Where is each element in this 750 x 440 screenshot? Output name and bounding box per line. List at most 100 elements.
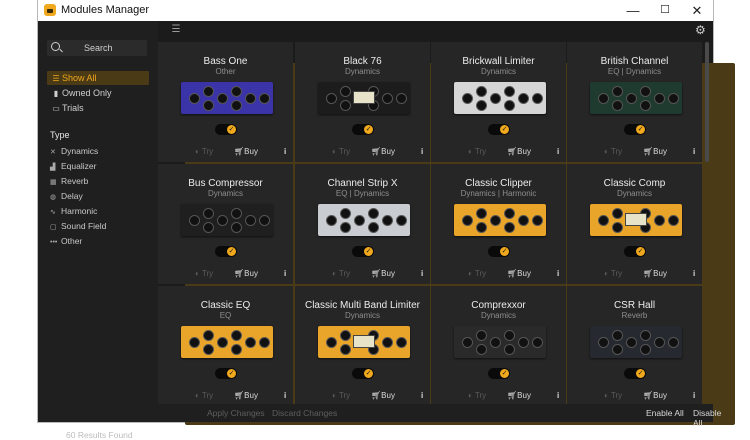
search-input[interactable]: Search bbox=[47, 40, 147, 56]
type-delay[interactable]: ◍ Delay bbox=[50, 190, 83, 202]
try-button[interactable]: ◐ Try bbox=[604, 269, 622, 278]
discard-changes-button[interactable]: Discard Changes bbox=[272, 408, 337, 418]
buy-button[interactable]: 🛒︎Buy bbox=[371, 391, 395, 400]
try-button[interactable]: ◐ Try bbox=[195, 269, 213, 278]
type-other[interactable]: ••• Other bbox=[50, 235, 82, 247]
try-button[interactable]: ◐ Try bbox=[195, 147, 213, 156]
module-enable-toggle[interactable]: ✓ bbox=[352, 246, 374, 257]
maximize-button[interactable]: ☐ bbox=[650, 0, 680, 21]
try-button[interactable]: ◐ Try bbox=[468, 269, 486, 278]
buy-button[interactable]: 🛒︎Buy bbox=[234, 391, 258, 400]
knob-graphic bbox=[462, 93, 473, 104]
module-card[interactable]: Classic Comp Dynamics ✓ ◐ Try 🛒︎Buy i bbox=[567, 164, 702, 284]
try-button[interactable]: ◐ Try bbox=[468, 391, 486, 400]
harmonic-icon: ∿ bbox=[50, 209, 56, 216]
scrollbar[interactable] bbox=[705, 42, 709, 162]
module-name: Comprexxor bbox=[471, 300, 526, 311]
info-button[interactable]: i bbox=[421, 269, 423, 278]
view-toolbar: ☰ ▦ ⚙ bbox=[158, 21, 735, 425]
module-card[interactable]: Black 76 Dynamics ✓ ◐ Try 🛒︎Buy i bbox=[295, 42, 430, 162]
module-enable-toggle[interactable]: ✓ bbox=[624, 246, 646, 257]
module-card[interactable]: Channel Strip X EQ | Dynamics ✓ ◐ Try 🛒︎Buy i bbox=[295, 164, 430, 284]
info-button[interactable]: i bbox=[693, 391, 695, 400]
module-category: Other bbox=[215, 67, 236, 76]
knob-graphic bbox=[654, 337, 665, 348]
buy-button[interactable]: 🛒︎Buy bbox=[371, 269, 395, 278]
info-button[interactable]: i bbox=[284, 391, 286, 400]
type-equalizer[interactable]: ▟ Equalizer bbox=[50, 160, 96, 172]
info-button[interactable]: i bbox=[284, 269, 286, 278]
type-harmonic[interactable]: ∿ Harmonic bbox=[50, 205, 97, 217]
info-button[interactable]: i bbox=[557, 269, 559, 278]
app-window: Modules Manager — ☐ ✕ Search ☰ Show All ▮… bbox=[38, 0, 735, 440]
knob-graphic bbox=[354, 215, 365, 226]
buy-button[interactable]: 🛒︎Buy bbox=[507, 147, 531, 156]
module-enable-toggle[interactable]: ✓ bbox=[215, 368, 237, 379]
list-view-button[interactable]: ☰ bbox=[170, 24, 182, 36]
try-button[interactable]: ◐ Try bbox=[604, 391, 622, 400]
module-card[interactable]: Classic EQ EQ ✓ ◐ Try 🛒︎Buy i bbox=[158, 286, 293, 404]
apply-changes-button[interactable]: Apply Changes bbox=[207, 408, 265, 418]
module-card[interactable]: Comprexxor Dynamics ✓ ◐ Try 🛒︎Buy i bbox=[431, 286, 566, 404]
try-button[interactable]: ◐ Try bbox=[604, 147, 622, 156]
module-enable-toggle[interactable]: ✓ bbox=[215, 124, 237, 135]
type-reverb[interactable]: ▦ Reverb bbox=[50, 175, 88, 187]
info-button[interactable]: i bbox=[421, 391, 423, 400]
module-enable-toggle[interactable]: ✓ bbox=[624, 124, 646, 135]
buy-button[interactable]: 🛒︎Buy bbox=[507, 391, 531, 400]
module-card[interactable]: Bus Compressor Dynamics ✓ ◐ Try 🛒︎Buy i bbox=[158, 164, 293, 284]
knob-graphic bbox=[640, 86, 651, 97]
buy-button[interactable]: 🛒︎Buy bbox=[643, 391, 667, 400]
buy-button[interactable]: 🛒︎Buy bbox=[371, 147, 395, 156]
module-card[interactable]: British Channel EQ | Dynamics ✓ ◐ Try 🛒︎Buy i bbox=[567, 42, 702, 162]
type-label: Equalizer bbox=[61, 161, 97, 171]
gear-icon[interactable]: ⚙ bbox=[695, 23, 706, 37]
knob-graphic bbox=[612, 344, 623, 355]
info-button[interactable]: i bbox=[421, 147, 423, 156]
module-enable-toggle[interactable]: ✓ bbox=[488, 124, 510, 135]
try-button[interactable]: ◐ Try bbox=[332, 269, 350, 278]
try-button[interactable]: ◐ Try bbox=[468, 147, 486, 156]
module-enable-toggle[interactable]: ✓ bbox=[352, 124, 374, 135]
module-card[interactable]: Classic Multi Band Limiter Dynamics ✓ ◐ Try… bbox=[295, 286, 430, 404]
try-button[interactable]: ◐ Try bbox=[332, 147, 350, 156]
knob-graphic bbox=[598, 215, 609, 226]
buy-button[interactable]: 🛒︎Buy bbox=[234, 269, 258, 278]
knob-graphic bbox=[518, 215, 529, 226]
buy-button[interactable]: 🛒︎Buy bbox=[234, 147, 258, 156]
type-dynamics[interactable]: ✕ Dynamics bbox=[50, 145, 98, 157]
module-enable-toggle[interactable]: ✓ bbox=[215, 246, 237, 257]
module-name: Bus Compressor bbox=[188, 178, 263, 189]
close-button[interactable]: ✕ bbox=[682, 0, 712, 21]
module-card[interactable]: CSR Hall Reverb ✓ ◐ Try 🛒︎Buy i bbox=[567, 286, 702, 404]
vu-meter-graphic bbox=[353, 91, 375, 104]
filter-owned-only[interactable]: ▮ Owned Only bbox=[47, 86, 149, 100]
compress-icon: ✕ bbox=[50, 149, 56, 156]
module-card[interactable]: Classic Clipper Dynamics | Harmonic ✓ ◐ Try… bbox=[431, 164, 566, 284]
info-button[interactable]: i bbox=[557, 147, 559, 156]
disable-all-button[interactable]: Disable All bbox=[693, 408, 721, 428]
filter-label: Show All bbox=[62, 73, 97, 83]
filter-show-all[interactable]: ☰ Show All bbox=[47, 71, 149, 85]
minimize-button[interactable]: — bbox=[618, 0, 648, 21]
module-card[interactable]: Bass One Other ✓ ◐ Try 🛒︎Buy i bbox=[158, 42, 293, 162]
knob-graphic bbox=[476, 330, 487, 341]
info-button[interactable]: i bbox=[557, 391, 559, 400]
filter-trials[interactable]: ▭ Trials bbox=[47, 101, 149, 115]
buy-button[interactable]: 🛒︎Buy bbox=[507, 269, 531, 278]
buy-button[interactable]: 🛒︎Buy bbox=[643, 269, 667, 278]
info-button[interactable]: i bbox=[284, 147, 286, 156]
module-card[interactable]: Brickwall Limiter Dynamics ✓ ◐ Try 🛒︎Buy i bbox=[431, 42, 566, 162]
enable-all-button[interactable]: Enable All bbox=[646, 408, 684, 418]
module-enable-toggle[interactable]: ✓ bbox=[488, 246, 510, 257]
type-sound-field[interactable]: ▢ Sound Field bbox=[50, 220, 106, 232]
info-button[interactable]: i bbox=[693, 269, 695, 278]
module-enable-toggle[interactable]: ✓ bbox=[352, 368, 374, 379]
try-button[interactable]: ◐ Try bbox=[332, 391, 350, 400]
info-button[interactable]: i bbox=[693, 147, 695, 156]
module-category: Dynamics bbox=[616, 189, 653, 198]
buy-button[interactable]: 🛒︎Buy bbox=[643, 147, 667, 156]
module-enable-toggle[interactable]: ✓ bbox=[624, 368, 646, 379]
module-enable-toggle[interactable]: ✓ bbox=[488, 368, 510, 379]
try-button[interactable]: ◐ Try bbox=[195, 391, 213, 400]
